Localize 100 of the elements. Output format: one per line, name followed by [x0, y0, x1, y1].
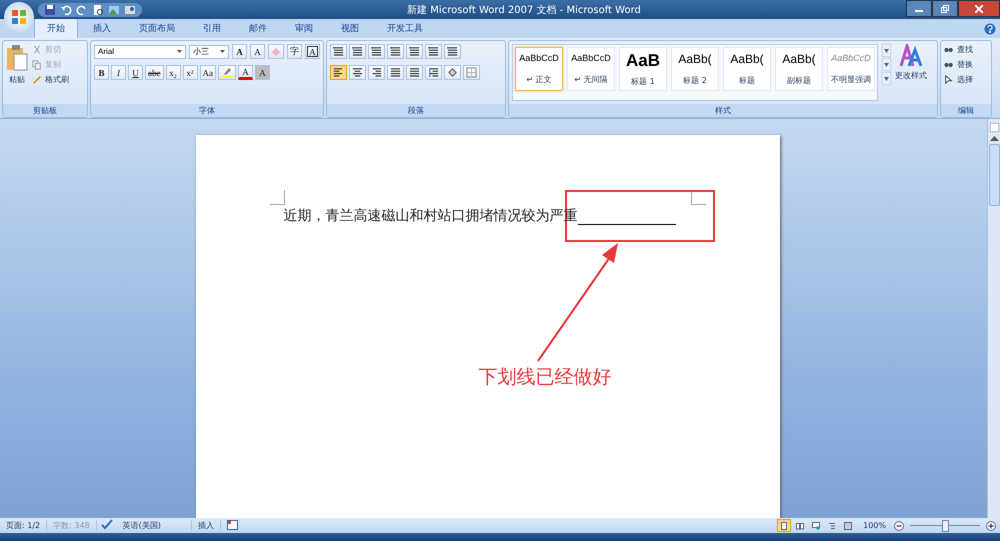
paragraph-tool-button[interactable]: [387, 44, 404, 59]
border-icon[interactable]: [466, 67, 477, 78]
dropdown-icon[interactable]: [220, 50, 225, 54]
more-icon[interactable]: [882, 72, 891, 85]
style-tile[interactable]: AaB 标题 1: [619, 47, 667, 91]
paste-button[interactable]: 粘贴: [9, 74, 25, 85]
ribbon-tab[interactable]: 开始: [34, 18, 78, 38]
style-preview: AaBb(: [678, 52, 712, 66]
highlight-button[interactable]: [218, 65, 236, 80]
font-size: 小三: [193, 46, 209, 57]
format-button[interactable]: I: [111, 65, 126, 80]
minimize-button[interactable]: [906, 0, 932, 17]
grow-font-button[interactable]: A: [232, 44, 247, 59]
ribbon-tab[interactable]: 插入: [80, 18, 124, 38]
insert-mode[interactable]: 插入: [192, 520, 221, 531]
change-styles-icon[interactable]: [899, 44, 923, 68]
dropdown-icon[interactable]: [177, 50, 182, 54]
print-preview-icon[interactable]: [92, 4, 104, 16]
view-button[interactable]: [777, 519, 792, 532]
scroll-up-icon[interactable]: [990, 135, 998, 141]
margin-corner: [690, 190, 706, 205]
align-center-icon[interactable]: [352, 67, 363, 78]
annotation-text: 下划线已经做好: [478, 365, 612, 390]
paint-bucket-icon[interactable]: [447, 67, 458, 78]
paragraph-tool-button[interactable]: [444, 44, 461, 59]
char-border-button[interactable]: A: [305, 44, 320, 59]
justify-icon[interactable]: [390, 67, 401, 78]
form-icon[interactable]: [124, 4, 136, 16]
cursor-icon[interactable]: [944, 74, 954, 84]
ribbon-tab[interactable]: 邮件: [236, 18, 280, 38]
change-styles-button[interactable]: 更改样式: [895, 70, 927, 81]
ribbon-tab[interactable]: 引用: [190, 18, 234, 38]
paragraph-tool-button[interactable]: [425, 44, 442, 59]
align-left-icon[interactable]: [333, 67, 344, 78]
paragraph-tool-button[interactable]: [406, 44, 423, 59]
zoom-out-icon[interactable]: [894, 520, 904, 530]
select-button[interactable]: 选择: [944, 74, 988, 85]
scroll-down-icon[interactable]: [882, 58, 891, 71]
ribbon-tab[interactable]: 视图: [328, 18, 372, 38]
paragraph-tool-button[interactable]: [349, 44, 366, 59]
style-preview: AaBbCcD: [519, 53, 559, 64]
ribbon-tab[interactable]: 页面布局: [126, 18, 188, 38]
alignment-button[interactable]: [387, 65, 404, 80]
char-shading-button[interactable]: A: [255, 65, 270, 80]
undo-icon[interactable]: [60, 4, 72, 16]
line-spacing-icon[interactable]: [428, 67, 439, 78]
alignment-button[interactable]: [406, 65, 423, 80]
painter-button[interactable]: 格式刷: [32, 74, 69, 85]
format-button[interactable]: Aa: [200, 65, 216, 80]
proofing-icon[interactable]: [100, 519, 113, 530]
border-button[interactable]: [463, 65, 480, 80]
style-tile[interactable]: AaBb( 标题: [723, 47, 771, 91]
zoom-in-icon[interactable]: [986, 520, 996, 530]
phonetic-button[interactable]: 字: [287, 44, 302, 59]
format-button[interactable]: abe: [145, 65, 164, 80]
ruler-toggle-icon[interactable]: [990, 123, 998, 132]
language-indicator[interactable]: 英语(美国): [116, 520, 192, 531]
scroll-up-icon[interactable]: [882, 44, 891, 57]
replace-button[interactable]: 替换: [944, 59, 988, 70]
vertical-scrollbar[interactable]: [987, 119, 1000, 518]
line-spacing-button[interactable]: [425, 65, 442, 80]
clipboard-icon[interactable]: [6, 44, 28, 72]
style-tile[interactable]: AaBb( 副标题: [775, 47, 823, 91]
ribbon-tab[interactable]: 开发工具: [374, 18, 436, 38]
paragraph-tool-button[interactable]: [330, 44, 347, 59]
format-button[interactable]: x²: [182, 65, 198, 80]
group-label: 编辑: [941, 104, 991, 117]
distribute-icon[interactable]: [409, 67, 420, 78]
ribbon-tab[interactable]: 审阅: [282, 18, 326, 38]
close-button[interactable]: [958, 0, 1000, 17]
page-count[interactable]: 页面: 1/2: [0, 520, 48, 531]
paragraph-tool-button[interactable]: [368, 44, 385, 59]
highlighter-icon: [221, 67, 233, 78]
format-button[interactable]: B: [94, 65, 109, 80]
find-button[interactable]: 查找: [944, 44, 988, 55]
font-color-button[interactable]: A: [238, 65, 253, 80]
shading-button[interactable]: [444, 65, 461, 80]
style-tile[interactable]: AaBbCcD ↵ 正文: [515, 47, 563, 91]
redo-icon[interactable]: [76, 4, 88, 16]
help-icon[interactable]: [984, 23, 996, 35]
font-name-field[interactable]: Arial: [94, 44, 186, 58]
alignment-button[interactable]: [330, 65, 347, 80]
alignment-button[interactable]: [349, 65, 366, 80]
style-tile[interactable]: AaBbCcD ↵ 无间隔: [567, 47, 615, 91]
restore-button[interactable]: [932, 0, 958, 17]
shrink-font-button[interactable]: A: [250, 44, 265, 59]
save-icon[interactable]: [44, 4, 56, 16]
macro-record-icon[interactable]: [226, 520, 238, 530]
format-button[interactable]: U: [128, 65, 143, 80]
align-right-icon[interactable]: [371, 67, 382, 78]
bullets-icon[interactable]: [333, 46, 344, 57]
scroll-thumb[interactable]: [988, 144, 1000, 206]
group-label: 剪贴板: [3, 104, 87, 117]
style-tile[interactable]: AaBb( 标题 2: [671, 47, 719, 91]
office-button[interactable]: [4, 2, 34, 32]
zoom-level[interactable]: 100%: [857, 521, 892, 530]
format-button[interactable]: x₂: [166, 65, 180, 80]
alignment-button[interactable]: [368, 65, 385, 80]
zoom-slider-thumb[interactable]: [942, 520, 949, 532]
font-size-field[interactable]: 小三: [189, 44, 229, 58]
